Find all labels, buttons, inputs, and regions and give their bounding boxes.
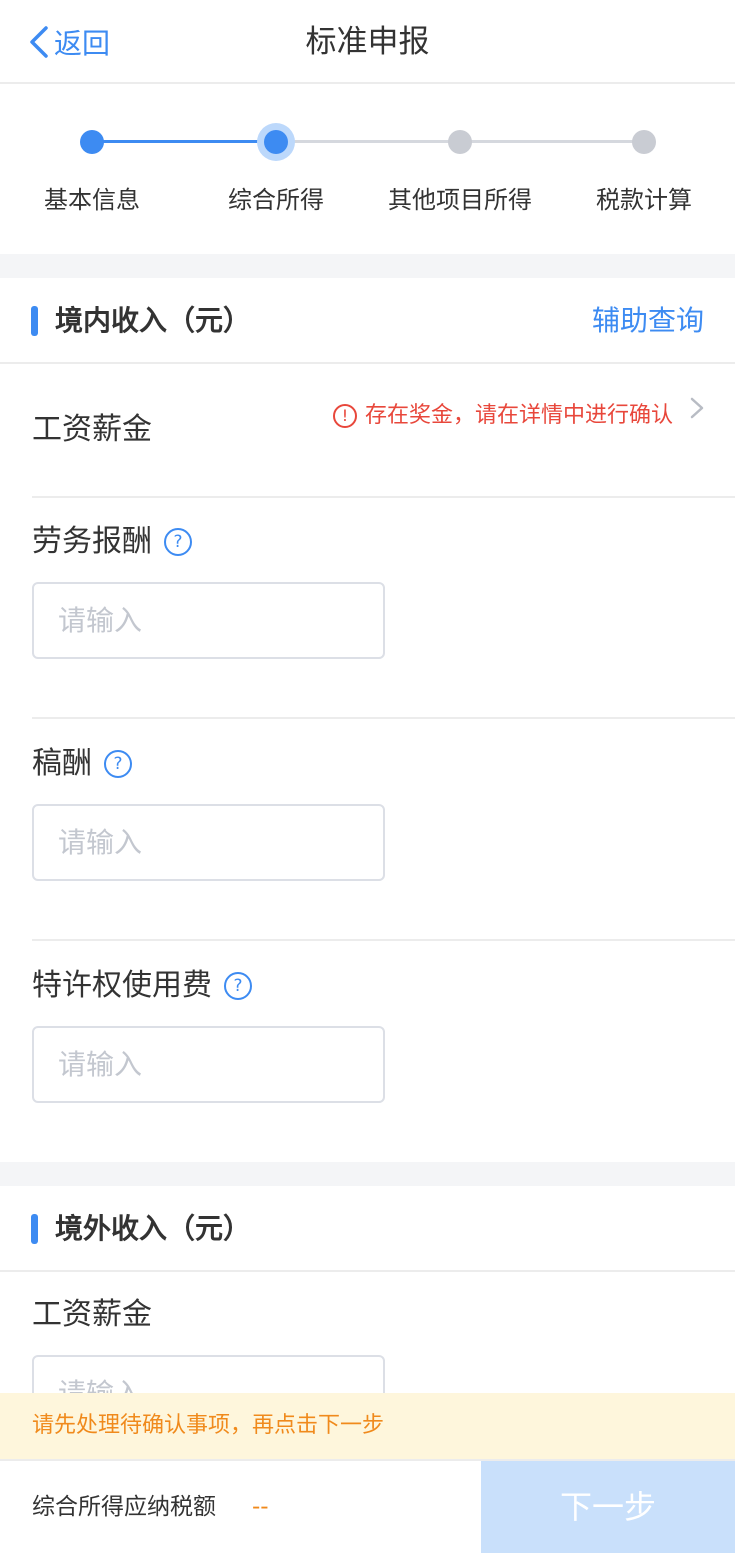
row-divider <box>32 939 735 941</box>
help-icon[interactable]: ? <box>104 750 132 778</box>
help-icon[interactable]: ? <box>164 528 192 556</box>
domestic-income-header: 境内收入（元） 辅助查询 <box>0 278 735 364</box>
royalty-fee-input[interactable] <box>32 1026 385 1103</box>
step-dot-comprehensive-income <box>264 130 288 154</box>
tax-payable-value: -- <box>252 1494 269 1520</box>
labor-remuneration-text: 劳务报酬 <box>32 524 152 559</box>
step-dot-other-income <box>448 130 472 154</box>
help-icon[interactable]: ? <box>224 972 252 1000</box>
step-label-comprehensive-income: 综合所得 <box>228 186 324 214</box>
tax-payable-label: 综合所得应纳税额 <box>32 1494 216 1520</box>
row-divider <box>32 717 735 719</box>
domestic-income-title: 境内收入（元） <box>55 304 252 337</box>
page-title: 标准申报 <box>305 24 430 60</box>
step-dot-tax-calculation <box>632 130 656 154</box>
step-dot-basic-info <box>80 130 104 154</box>
step-indicator: 基本信息 综合所得 其他项目所得 税款计算 <box>0 86 735 254</box>
salary-warning: ! 存在奖金，请在详情中进行确认 <box>328 394 673 438</box>
foreign-income-header: 境外收入（元） <box>0 1186 735 1272</box>
alert-icon: ! <box>332 404 357 428</box>
foreign-salary-label: 工资薪金 <box>32 1293 152 1337</box>
step-line-done <box>92 140 276 143</box>
pending-notice: 请先处理待确认事项，再点击下一步 <box>0 1393 735 1459</box>
foreign-income-title: 境外收入（元） <box>55 1212 252 1245</box>
labor-remuneration-label: 劳务报酬 ? <box>32 520 192 564</box>
labor-remuneration-input[interactable] <box>32 582 385 659</box>
author-remuneration-input[interactable] <box>32 804 385 881</box>
nav-bar: 返回 标准申报 <box>0 0 735 84</box>
section-accent-bar <box>31 1214 38 1244</box>
step-label-tax-calculation: 税款计算 <box>596 186 692 214</box>
royalty-fee-label: 特许权使用费 ? <box>32 964 252 1008</box>
assist-query-link[interactable]: 辅助查询 <box>592 278 704 364</box>
chevron-right-icon <box>690 397 704 419</box>
step-label-basic-info: 基本信息 <box>44 186 140 214</box>
bottom-bar: 综合所得应纳税额 -- 下一步 <box>0 1459 735 1553</box>
row-divider <box>32 496 735 498</box>
step-label-other-income: 其他项目所得 <box>388 186 532 214</box>
domestic-salary-label: 工资薪金 <box>32 412 152 447</box>
author-remuneration-label: 稿酬 ? <box>32 742 132 786</box>
section-gap <box>0 254 735 278</box>
foreign-salary-text: 工资薪金 <box>32 1297 152 1332</box>
author-remuneration-text: 稿酬 <box>32 746 92 781</box>
salary-warning-text: 存在奖金，请在详情中进行确认 <box>364 403 673 428</box>
section-gap <box>0 1162 735 1186</box>
royalty-fee-text: 特许权使用费 <box>32 968 212 1003</box>
next-step-button[interactable]: 下一步 <box>481 1461 735 1553</box>
section-accent-bar <box>31 306 38 336</box>
